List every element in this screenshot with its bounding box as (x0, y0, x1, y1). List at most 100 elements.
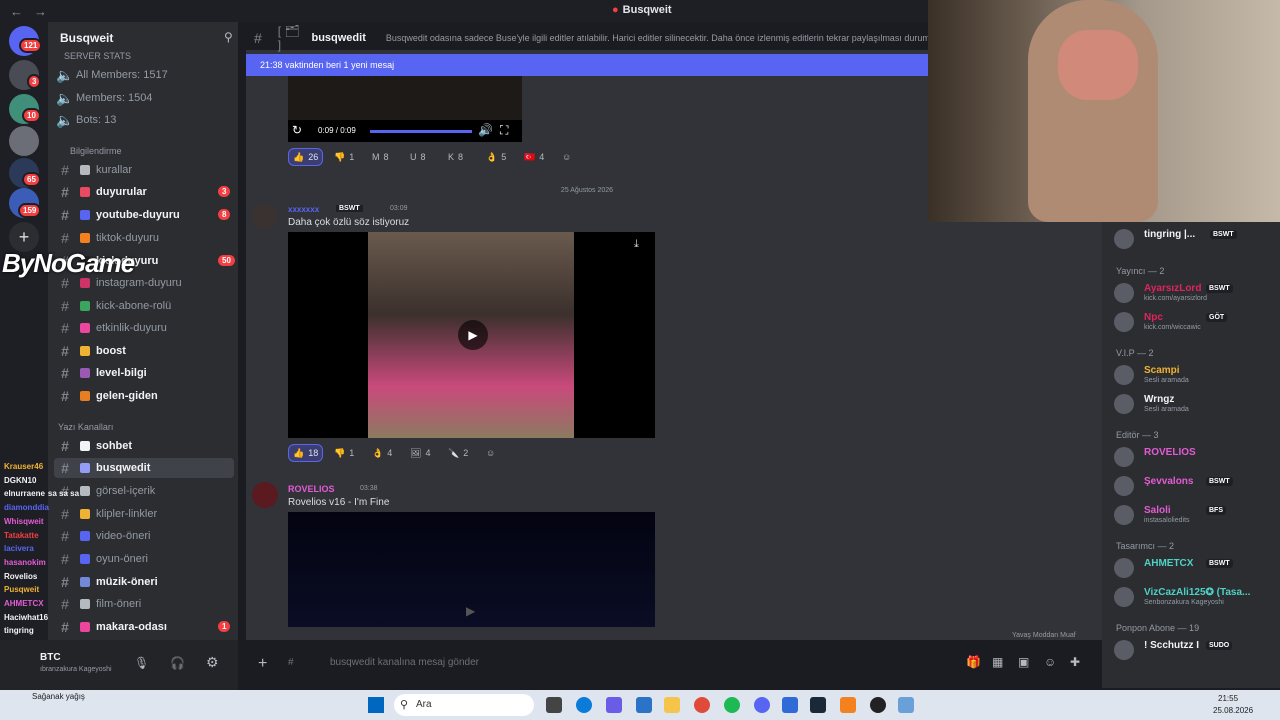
channel-topic[interactable]: Busqwedit odasına sadece Buse'yle ilgili… (386, 33, 928, 43)
back-icon[interactable]: ← (10, 4, 24, 19)
reaction-button[interactable]: 👎 1 (330, 444, 358, 462)
taskbar-app-icon[interactable] (606, 697, 622, 713)
stats-category[interactable]: SERVER STATS (64, 51, 131, 61)
clock-time[interactable]: 21:55 (1218, 694, 1238, 703)
taskbar-app-icon[interactable] (782, 697, 798, 713)
spotify-icon[interactable] (724, 697, 740, 713)
channel-item[interactable]: # film-öneri (54, 594, 234, 614)
reaction-button[interactable]: 👎 1 (330, 148, 358, 166)
channel-item[interactable]: # busqwedit (54, 458, 234, 478)
stat-channel[interactable]: 🔈 All Members: 1517 (54, 65, 234, 85)
video-attachment[interactable]: ▶ ⤓ (288, 232, 655, 438)
sticker-icon[interactable]: ▣ (1018, 655, 1029, 669)
search-box[interactable]: ⚲ Ara (394, 694, 534, 716)
channel-emoji-icon (80, 301, 90, 311)
headphones-icon[interactable]: 🎧 (170, 656, 185, 670)
video-player[interactable]: ↻ 0:09 / 0:09 🔊 ⛶ (288, 76, 522, 142)
settings-icon[interactable]: ⚙ (206, 654, 219, 671)
store-icon[interactable] (636, 697, 652, 713)
folder-icon[interactable] (664, 697, 680, 713)
member-item[interactable]: Scampi Sesli aramada (1114, 362, 1278, 388)
play-icon[interactable]: ▶ (458, 320, 488, 350)
channel-item[interactable]: # gelen-giden (54, 386, 234, 406)
obs-icon[interactable] (870, 697, 886, 713)
member-item[interactable]: Wrngz Sesli aramada (1114, 391, 1278, 417)
channel-item[interactable]: # makara-odası (54, 617, 234, 637)
reaction-button[interactable]: K8 (444, 148, 467, 166)
taskbar-app-icon[interactable] (898, 697, 914, 713)
clock-date[interactable]: 25.08.2026 (1213, 706, 1253, 715)
reaction-button[interactable]: 🖼 4 (406, 444, 434, 462)
channel-item[interactable]: # kick-abone-rolü (54, 296, 234, 316)
reaction-button[interactable]: 👌 5 (482, 148, 510, 166)
member-item[interactable]: Saloli BFS instasaloliedits (1114, 502, 1278, 528)
forward-icon[interactable]: → (34, 4, 48, 19)
stat-channel[interactable]: 🔈 Bots: 13 (54, 110, 234, 130)
fullscreen-icon[interactable]: ⛶ (500, 123, 508, 138)
gif-icon[interactable]: ▦ (992, 655, 1003, 669)
reaction-button[interactable]: U8 (406, 148, 430, 166)
message-input[interactable]: # busqwedit kanalına mesaj gönder 🎁 ▦ ▣ … (278, 650, 1092, 676)
member-item[interactable]: Şevvalons BSWT (1114, 473, 1278, 499)
message-author[interactable]: ROVELIOS (288, 484, 335, 494)
emoji-icon[interactable]: ☺ (1044, 655, 1056, 669)
channel-item[interactable]: # kurallar (54, 160, 234, 180)
new-messages-bar[interactable]: 21:38 vaktinden beri 1 yeni mesaj (246, 54, 928, 76)
channel-item[interactable]: # duyurular (54, 182, 234, 202)
category-info[interactable]: Bilgilendirme (70, 146, 122, 156)
channel-item[interactable]: # oyun-öneri (54, 549, 234, 569)
volume-icon[interactable]: 🔊 (478, 123, 493, 137)
member-item[interactable]: AHMETCX BSWT (1114, 555, 1278, 581)
server-icon[interactable] (9, 126, 39, 156)
avatar[interactable] (252, 204, 278, 230)
apps-icon[interactable]: ✚ (1070, 655, 1080, 669)
video-attachment[interactable]: ▶ (288, 512, 655, 627)
chrome-icon[interactable] (694, 697, 710, 713)
invite-icon[interactable]: ⚲ (224, 30, 233, 44)
taskbar-app-icon[interactable] (546, 697, 562, 713)
channel-item[interactable]: # video-öneri (54, 526, 234, 546)
channel-item[interactable]: # görsel-içerik (54, 481, 234, 501)
reaction-button[interactable]: 👍 26 (288, 148, 324, 166)
channel-item[interactable]: # boost (54, 341, 234, 361)
server-header[interactable]: Busqweit ⚲ (48, 26, 238, 50)
windows-start-icon[interactable] (368, 697, 384, 713)
reaction-button[interactable]: 🔪 2 (444, 444, 472, 462)
channel-item[interactable]: # level-bilgi (54, 363, 234, 383)
stream-chat-line: Whisqweit (4, 517, 47, 526)
steam-icon[interactable] (810, 697, 826, 713)
cloud-icon[interactable] (840, 697, 856, 713)
message-author[interactable]: xxxxxxx (288, 205, 319, 214)
channel-item[interactable]: # müzik-öneri (54, 572, 234, 592)
member-item[interactable]: AyarsızLord BSWT kick.com/ayarsizlord (1114, 280, 1278, 306)
video-progress-track[interactable] (370, 130, 472, 133)
add-reaction-icon[interactable]: ☺ (558, 148, 575, 166)
channel-item[interactable]: # youtube-duyuru (54, 205, 234, 225)
discord-icon[interactable] (754, 697, 770, 713)
edge-icon[interactable] (576, 697, 592, 713)
avatar[interactable] (252, 482, 278, 508)
add-reaction-icon[interactable]: ☺ (482, 444, 499, 462)
reaction-button[interactable]: 👍 18 (288, 444, 324, 462)
reaction-button[interactable]: M8 (368, 148, 393, 166)
member-item[interactable]: ROVELIOS (1114, 444, 1278, 470)
gift-icon[interactable]: 🎁 (966, 655, 981, 669)
mic-icon[interactable]: 🎙 (134, 656, 149, 670)
download-icon[interactable]: ⤓ (634, 238, 639, 251)
member-item[interactable]: ! Scchutzz I SUDO (1114, 637, 1278, 663)
reaction-button[interactable]: 🇹🇷 4 (520, 148, 548, 166)
member-item[interactable]: Npc GÖT kick.com/wiccawic (1114, 309, 1278, 335)
replay-icon[interactable]: ↻ (292, 123, 302, 137)
member-item[interactable]: VizCazAli125✪ (Tasa... Senbonzakura Kagey… (1114, 584, 1278, 610)
stat-channel[interactable]: 🔈 Members: 1504 (54, 88, 234, 108)
category-text[interactable]: Yazı Kanalları (58, 422, 113, 432)
channel-item[interactable]: # klipler-linkler (54, 504, 234, 524)
channel-item[interactable]: # etkinlik-duyuru (54, 318, 234, 338)
channel-item[interactable]: # sohbet (54, 436, 234, 456)
play-icon[interactable]: ▶ (466, 604, 475, 618)
add-attachment-icon[interactable]: + (258, 655, 267, 673)
member-item[interactable]: tingring |... BSWT (1114, 226, 1278, 252)
channel-item[interactable]: # tiktok-duyuru (54, 228, 234, 248)
weather-status[interactable]: Sağanak yağış (32, 692, 85, 701)
reaction-button[interactable]: 👌 4 (368, 444, 396, 462)
